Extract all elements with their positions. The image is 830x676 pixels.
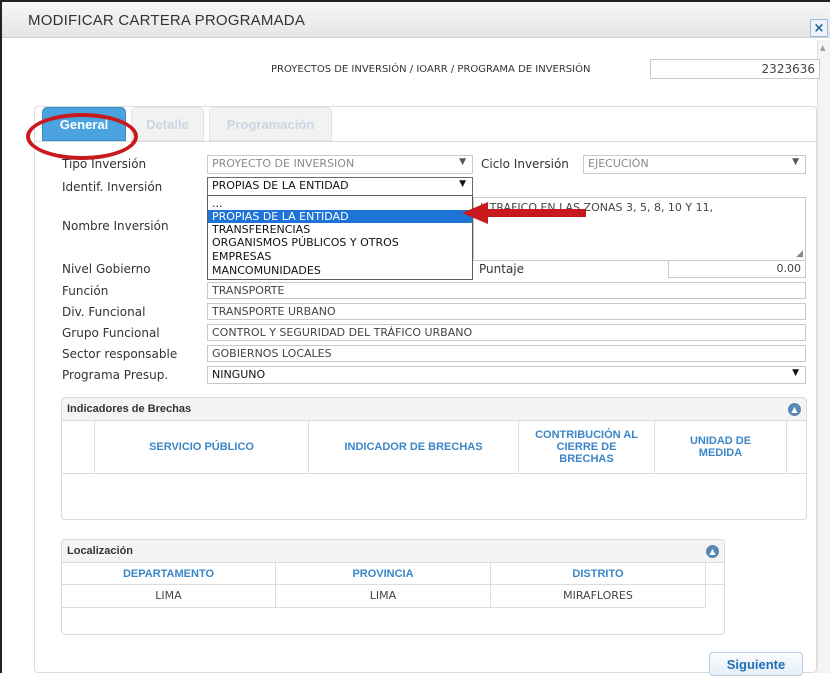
chevron-down-icon: ▼ bbox=[792, 368, 799, 378]
sector-responsable-field[interactable]: GOBIERNOS LOCALES bbox=[207, 345, 806, 362]
dialog-title-bar: MODIFICAR CARTERA PROGRAMADA bbox=[2, 2, 830, 38]
chevron-down-icon: ▼ bbox=[792, 157, 799, 167]
brechas-col-divider bbox=[786, 421, 787, 473]
col-indicador-brechas[interactable]: INDICADOR DE BRECHAS bbox=[309, 421, 518, 473]
close-button[interactable]: × bbox=[810, 19, 828, 37]
investment-code-field[interactable]: 2323636 bbox=[650, 59, 820, 79]
localizacion-col-divider bbox=[705, 563, 706, 607]
tipo-inversion-value: PROYECTO DE INVERSION bbox=[212, 157, 355, 170]
brechas-section-title: Indicadores de Brechas bbox=[67, 403, 192, 415]
ciclo-inversion-select[interactable]: EJECUCIÓN ▼ bbox=[583, 155, 806, 174]
localizacion-header-divider bbox=[62, 584, 724, 585]
ciclo-inversion-value: EJECUCIÓN bbox=[588, 157, 649, 170]
tipo-inversion-select[interactable]: PROYECTO DE INVERSION ▼ bbox=[207, 155, 473, 174]
brechas-header-divider bbox=[62, 473, 806, 474]
ciclo-inversion-label: Ciclo Inversión bbox=[481, 157, 569, 171]
identif-inversion-select[interactable]: PROPIAS DE LA ENTIDAD ▼ bbox=[207, 177, 473, 196]
tab-programacion[interactable]: Programación bbox=[209, 107, 332, 141]
div-funcional-field[interactable]: TRANSPORTE URBANO bbox=[207, 303, 806, 320]
option-organismos-publicos[interactable]: ORGANISMOS PÚBLICOS Y OTROS bbox=[208, 236, 472, 249]
nombre-inversion-label: Nombre Inversión bbox=[62, 219, 169, 233]
col-distrito[interactable]: DISTRITO bbox=[491, 563, 705, 584]
identif-inversion-label: Identif. Inversión bbox=[62, 180, 163, 194]
option-ellipsis[interactable]: ... bbox=[208, 197, 472, 210]
programa-presup-label: Programa Presup. bbox=[62, 368, 169, 382]
collapse-localizacion-button[interactable]: ▲ bbox=[706, 545, 719, 558]
annotation-arrow-icon bbox=[462, 202, 586, 224]
funcion-field[interactable]: TRANSPORTE bbox=[207, 282, 806, 299]
programa-presup-select[interactable]: NINGUNO ▼ bbox=[207, 366, 806, 384]
col-departamento[interactable]: DEPARTAMENTO bbox=[62, 563, 275, 584]
puntaje-label: Puntaje bbox=[479, 262, 525, 276]
dialog-title: MODIFICAR CARTERA PROGRAMADA bbox=[28, 12, 306, 29]
localizacion-row-divider bbox=[62, 607, 706, 608]
collapse-brechas-button[interactable]: ▲ bbox=[788, 403, 801, 416]
localizacion-section: Localización ▲ DEPARTAMENTO PROVINCIA DI… bbox=[61, 539, 725, 635]
tab-underline bbox=[35, 141, 816, 142]
grupo-funcional-field[interactable]: CONTROL Y SEGURIDAD DEL TRÁFICO URBANO bbox=[207, 324, 806, 341]
option-transferencias[interactable]: TRANSFERENCIAS bbox=[208, 223, 472, 236]
grupo-funcional-label: Grupo Funcional bbox=[62, 326, 160, 340]
nivel-gobierno-label: Nivel Gobierno bbox=[62, 262, 151, 276]
scrollbar[interactable] bbox=[817, 40, 830, 673]
col-provincia[interactable]: PROVINCIA bbox=[276, 563, 490, 584]
col-contribucion-cierre[interactable]: CONTRIBUCIÓN AL CIERRE DE BRECHAS bbox=[519, 421, 654, 473]
breadcrumb: PROYECTOS DE INVERSIÓN / IOARR / PROGRAM… bbox=[271, 64, 591, 75]
cell-provincia: LIMA bbox=[369, 589, 397, 602]
chevron-down-icon: ▼ bbox=[459, 157, 466, 167]
puntaje-field[interactable]: 0.00 bbox=[668, 260, 806, 278]
sector-responsable-label: Sector responsable bbox=[62, 347, 178, 361]
brechas-section: Indicadores de Brechas ▲ SERVICIO PÚBLIC… bbox=[61, 397, 807, 520]
close-icon: × bbox=[813, 20, 825, 36]
div-funcional-label: Div. Funcional bbox=[62, 305, 146, 319]
siguiente-button[interactable]: Siguiente bbox=[709, 652, 803, 676]
scroll-up-icon[interactable]: ▲ bbox=[820, 44, 825, 52]
identif-inversion-value: PROPIAS DE LA ENTIDAD bbox=[212, 179, 349, 192]
localizacion-section-title: Localización bbox=[67, 545, 134, 557]
col-unidad-medida[interactable]: UNIDAD DE MEDIDA bbox=[655, 421, 786, 473]
cell-departamento: LIMA bbox=[155, 589, 182, 602]
cell-distrito: MIRAFLORES bbox=[563, 589, 633, 602]
programa-presup-value: NINGUNO bbox=[212, 368, 266, 381]
highlight-circle-annotation bbox=[26, 113, 138, 160]
option-propias-de-la-entidad[interactable]: PROPIAS DE LA ENTIDAD bbox=[208, 210, 472, 223]
tab-detalle[interactable]: Detalle bbox=[131, 107, 204, 141]
col-servicio-publico[interactable]: SERVICIO PÚBLICO bbox=[95, 421, 308, 473]
localizacion-section-header: Localización ▲ bbox=[62, 540, 724, 563]
funcion-label: Función bbox=[62, 284, 109, 298]
option-empresas[interactable]: EMPRESAS bbox=[208, 250, 472, 263]
identif-inversion-options: ... PROPIAS DE LA ENTIDAD TRANSFERENCIAS… bbox=[207, 195, 473, 280]
chevron-down-icon: ▼ bbox=[459, 179, 466, 189]
tipo-inversion-label: Tipo Inversión bbox=[62, 157, 147, 171]
option-mancomunidades[interactable]: MANCOMUNIDADES bbox=[208, 264, 472, 277]
resize-grip-icon[interactable]: ◢ bbox=[796, 249, 803, 259]
brechas-section-header: Indicadores de Brechas ▲ bbox=[62, 398, 806, 421]
